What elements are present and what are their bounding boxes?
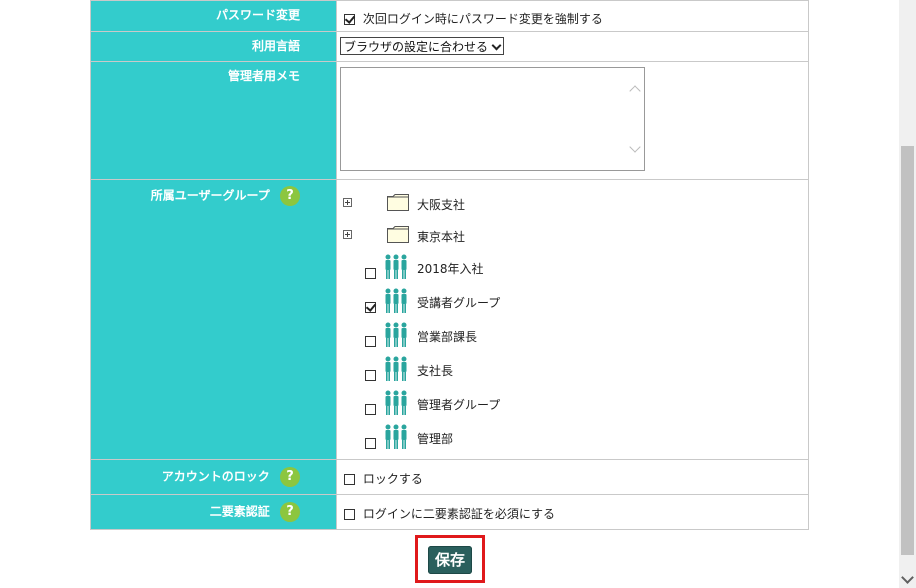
- group-label: 管理者グループ: [417, 398, 501, 412]
- group-checkbox[interactable]: [365, 438, 376, 449]
- tree-folder-row[interactable]: 東京本社: [337, 216, 808, 248]
- user-group-icon: [385, 254, 407, 279]
- admin-memo-textarea[interactable]: [340, 67, 645, 171]
- admin-memo-label-cell: 管理者用メモ: [90, 61, 337, 180]
- user-group-icon: [385, 288, 407, 313]
- language-label-cell: 利用言語: [90, 31, 337, 62]
- password-change-cell: 次回ログイン時にパスワード変更を強制する: [336, 0, 809, 32]
- two-factor-label-cell: 二要素認証 ?: [90, 494, 337, 530]
- user-groups-label-cell: 所属ユーザーグループ ?: [90, 179, 337, 460]
- chevron-down-icon: [492, 42, 501, 51]
- scroll-down-icon: [629, 141, 641, 153]
- language-select[interactable]: ブラウザの設定に合わせる: [340, 37, 505, 55]
- scrollbar-thumb[interactable]: [901, 146, 914, 555]
- account-lock-label-cell: アカウントのロック ?: [90, 459, 337, 495]
- group-checkbox[interactable]: [365, 404, 376, 415]
- save-highlight-frame: 保存: [415, 535, 485, 583]
- user-groups-label: 所属ユーザーグループ: [150, 188, 270, 203]
- group-checkbox[interactable]: [365, 302, 376, 313]
- force-password-change-checkbox[interactable]: [344, 14, 355, 25]
- tree-group-row[interactable]: 営業部課長: [337, 316, 808, 350]
- vertical-scrollbar[interactable]: [899, 0, 916, 588]
- account-lock-label: アカウントのロック: [161, 469, 270, 484]
- tree-group-row[interactable]: 支社長: [337, 350, 808, 384]
- tree-group-row[interactable]: 2018年入社: [337, 248, 808, 282]
- group-checkbox[interactable]: [365, 336, 376, 347]
- expand-icon[interactable]: [343, 198, 352, 207]
- save-button[interactable]: 保存: [428, 546, 472, 574]
- password-change-label-cell: パスワード変更: [90, 0, 337, 32]
- tree-folder-row[interactable]: 大阪支社: [337, 184, 808, 216]
- two-factor-cell: ログインに二要素認証を必須にする: [336, 494, 809, 530]
- help-icon[interactable]: ?: [280, 467, 300, 487]
- two-factor-option-label[interactable]: ログインに二要素認証を必須にする: [363, 507, 555, 521]
- user-group-icon: [385, 322, 407, 347]
- group-label: 営業部課長: [417, 330, 478, 344]
- group-label: 受講者グループ: [417, 296, 501, 310]
- user-group-icon: [385, 390, 407, 415]
- group-checkbox[interactable]: [365, 268, 376, 279]
- password-change-label: パスワード変更: [215, 8, 300, 22]
- group-label: 2018年入社: [417, 262, 484, 276]
- account-lock-option-label[interactable]: ロックする: [363, 472, 423, 486]
- language-select-value: ブラウザの設定に合わせる: [344, 39, 489, 54]
- group-label: 管理部: [417, 432, 454, 446]
- user-group-icon: [385, 424, 407, 449]
- account-lock-cell: ロックする: [336, 459, 809, 495]
- account-lock-checkbox[interactable]: [344, 474, 355, 485]
- folder-icon: [387, 194, 409, 211]
- scroll-down-arrow-icon[interactable]: [901, 571, 914, 584]
- user-group-icon: [385, 356, 407, 381]
- scroll-up-icon: [629, 85, 641, 97]
- two-factor-label: 二要素認証: [209, 504, 270, 519]
- help-icon[interactable]: ?: [280, 502, 300, 522]
- admin-memo-cell: [336, 61, 809, 180]
- group-checkbox[interactable]: [365, 370, 376, 381]
- tree-group-row[interactable]: 受講者グループ: [337, 282, 808, 316]
- force-password-change-label[interactable]: 次回ログイン時にパスワード変更を強制する: [363, 12, 603, 26]
- user-groups-cell: 大阪支社 東京本社 2018年入社 受講者グループ 営業部課長 支社長 管理者グ…: [336, 179, 809, 460]
- language-label: 利用言語: [251, 39, 300, 53]
- help-icon[interactable]: ?: [280, 186, 300, 206]
- folder-label: 大阪支社: [417, 198, 466, 212]
- two-factor-checkbox[interactable]: [344, 509, 355, 520]
- admin-memo-label: 管理者用メモ: [227, 69, 300, 83]
- user-settings-form: パスワード変更 次回ログイン時にパスワード変更を強制する 利用言語 ブラウザの設…: [90, 0, 809, 530]
- tree-group-row[interactable]: 管理部: [337, 418, 808, 452]
- tree-group-row[interactable]: 管理者グループ: [337, 384, 808, 418]
- group-label: 支社長: [417, 364, 454, 378]
- folder-icon: [387, 226, 409, 243]
- folder-label: 東京本社: [417, 230, 466, 244]
- expand-icon[interactable]: [343, 230, 352, 239]
- language-cell: ブラウザの設定に合わせる: [336, 31, 809, 62]
